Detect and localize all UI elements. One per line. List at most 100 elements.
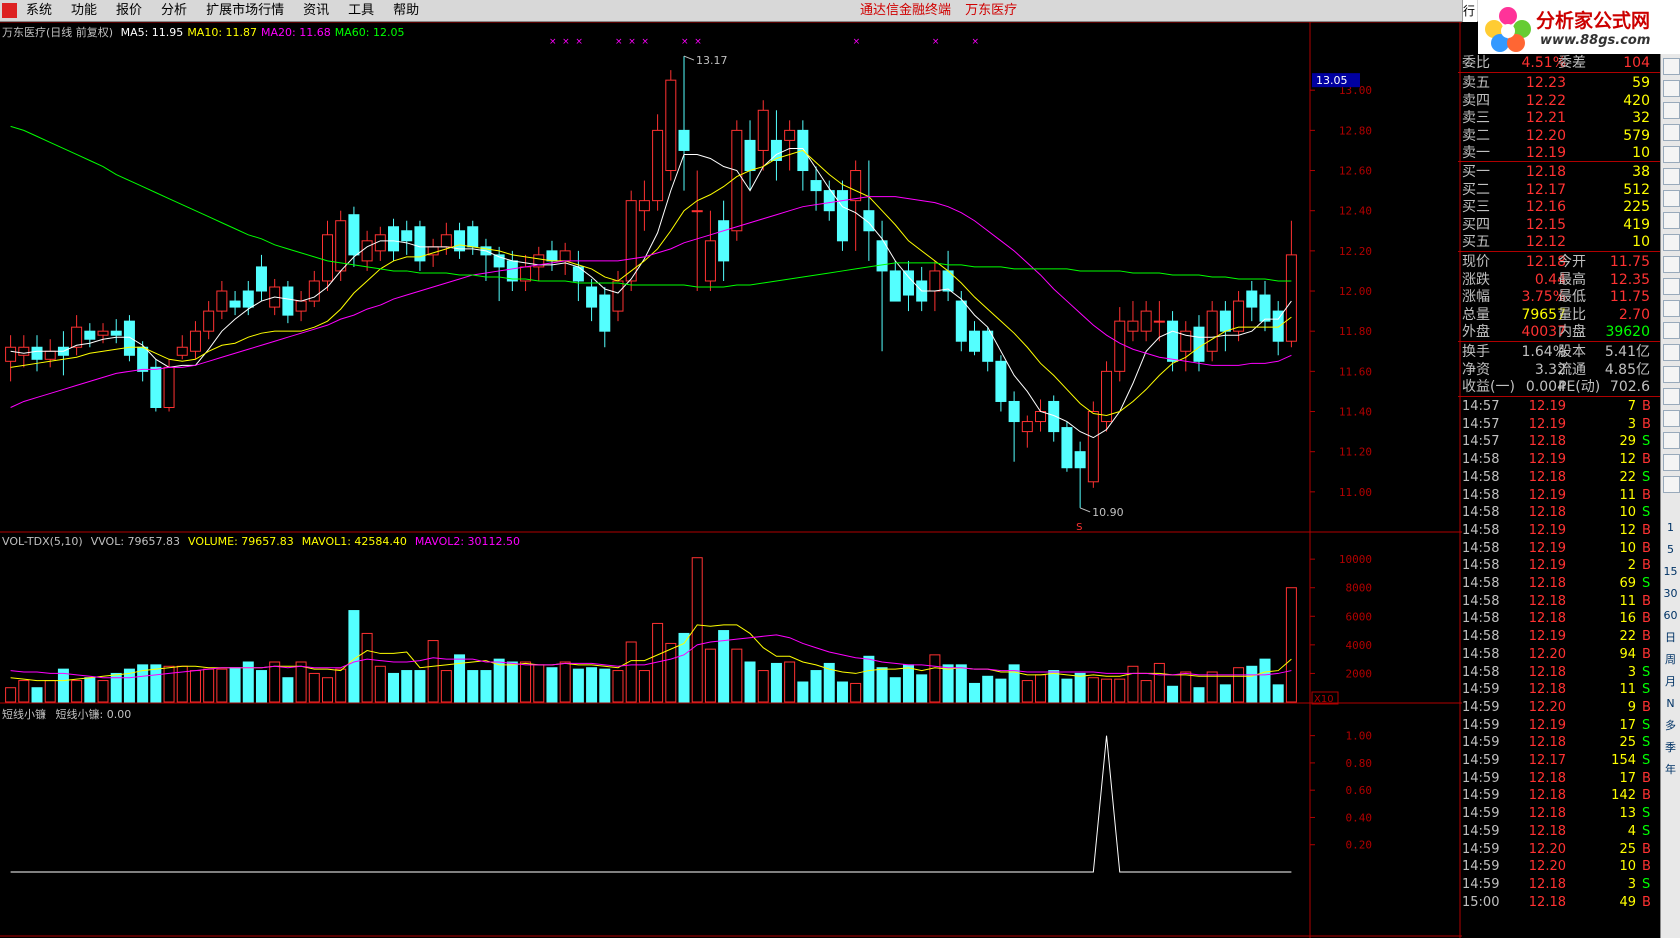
candle-body [229, 300, 241, 308]
candle-body [1219, 310, 1231, 332]
candle-icon[interactable] [1663, 190, 1680, 207]
tick-price: 12.19 [1528, 452, 1566, 468]
period-button[interactable]: 年 [1663, 762, 1678, 777]
tick-time: 14:59 [1462, 699, 1500, 715]
volume-bar [665, 642, 677, 703]
price-tick-label: 12.20 [1339, 245, 1372, 258]
indicator-tick-label: 0.40 [1346, 811, 1373, 824]
tick-side: B [1642, 487, 1651, 503]
period-button[interactable]: 5 [1663, 542, 1678, 557]
save-icon[interactable] [1663, 278, 1680, 295]
volume-bar [797, 681, 809, 703]
tick-price: 12.18 [1528, 434, 1566, 450]
hand-icon[interactable] [1663, 256, 1680, 273]
tick-volume: 29 [1619, 434, 1636, 450]
arrow-up-icon[interactable] [1663, 58, 1680, 75]
list-icon[interactable] [1663, 102, 1680, 119]
tick-time: 14:59 [1462, 682, 1500, 698]
bid-price: 12.12 [1525, 234, 1566, 251]
volume-bar [770, 662, 782, 703]
candle-body [150, 366, 162, 408]
app-logo-icon[interactable] [2, 3, 17, 18]
period-button[interactable]: 日 [1663, 630, 1678, 645]
volume-bar [282, 677, 294, 703]
period-button[interactable]: 60 [1663, 608, 1678, 623]
menu-item[interactable]: 系统 [26, 0, 52, 22]
ask-row: 卖五 12.23 59 [1458, 74, 1658, 92]
quote-tab[interactable]: 行 [1462, 0, 1477, 22]
table-icon[interactable] [1663, 146, 1680, 163]
volume-bar [916, 674, 928, 703]
tick-time: 14:58 [1462, 469, 1500, 485]
candle-body [1127, 320, 1139, 332]
menu-items: 系统 功能 报价 分析 扩展市场行情 资讯 工具 帮助 [26, 0, 438, 22]
tick-price: 12.20 [1528, 841, 1566, 857]
menu-item[interactable]: 扩展市场行情 [206, 0, 284, 22]
ma-line-ma5 [10, 147, 1292, 439]
tick-row: 14:59 12.18 25 S [1458, 734, 1658, 752]
news-icon[interactable] [1663, 212, 1680, 229]
period-button[interactable]: 月 [1663, 674, 1678, 689]
period-button[interactable]: 周 [1663, 652, 1678, 667]
tick-row: 14:57 12.19 7 B [1458, 398, 1658, 416]
menu-item[interactable]: 资讯 [303, 0, 329, 22]
volume-bar [1087, 677, 1099, 703]
tick-row: 14:57 12.19 3 B [1458, 416, 1658, 434]
pen-icon[interactable] [1663, 432, 1680, 449]
line-chart-icon[interactable] [1663, 168, 1680, 185]
menu-item[interactable]: 功能 [71, 0, 97, 22]
eye-icon[interactable] [1663, 344, 1680, 361]
tick-side: S [1642, 434, 1651, 450]
indicator-tick-label: 0.60 [1346, 784, 1373, 797]
tick-time: 14:59 [1462, 823, 1500, 839]
period-button[interactable]: N [1663, 696, 1678, 711]
menu-item[interactable]: 报价 [116, 0, 142, 22]
menu-item[interactable]: 工具 [348, 0, 374, 22]
volume-multiplier: X10 [1314, 694, 1334, 705]
window-icon[interactable] [1663, 322, 1680, 339]
separator [1458, 161, 1660, 162]
volume-bar [969, 682, 980, 703]
rsi-icon[interactable] [1663, 366, 1680, 383]
grid-icon[interactable] [1663, 124, 1680, 141]
menu-bar: 系统 功能 报价 分析 扩展市场行情 资讯 工具 帮助 通达信金融终端 万东医疗 行 [0, 0, 1680, 22]
stat-label: 现价 [1462, 254, 1490, 270]
period-button[interactable]: 30 [1663, 586, 1678, 601]
candle-body [757, 109, 769, 151]
quote-panel: 委比 4.51% 委差 104 卖五 12.23 59 卖四 12.22 420 卖三 12.21 32… [1458, 54, 1660, 938]
move-icon[interactable] [1663, 410, 1680, 427]
tick-row: 14:58 12.19 12 B [1458, 522, 1658, 540]
volume-bar [150, 664, 162, 703]
menu-item[interactable]: 帮助 [393, 0, 419, 22]
tick-time: 14:58 [1462, 487, 1500, 503]
ask-label: 卖五 [1462, 75, 1490, 91]
stat-label: 最高 [1558, 271, 1586, 288]
chart-area[interactable]: 11.00 11.20 11.40 11.60 11.80 12.00 12.20 12.40… [0, 22, 1462, 938]
main-chart-header: 万东医疗(日线 前复权) MA5: 11.95 MA10: 11.87 MA20: … [2, 24, 404, 40]
period-button[interactable]: 多 [1663, 718, 1678, 733]
period-button[interactable]: 1 [1663, 520, 1678, 535]
right-toolbar: 1 5 15 30 60 日周月 N 多季年 [1660, 54, 1680, 938]
candle-body [5, 346, 17, 362]
menu-item[interactable]: 分析 [161, 0, 187, 22]
candle-body [995, 360, 1007, 402]
tick-time: 14:58 [1462, 664, 1500, 680]
signal-mark: × [932, 37, 940, 47]
tick-price: 12.17 [1528, 753, 1566, 768]
tick-time: 14:59 [1462, 717, 1500, 733]
window-title: 通达信金融终端 万东医疗 [860, 0, 1027, 22]
f10-icon[interactable] [1663, 234, 1680, 251]
stat-value: 11.75 [1609, 254, 1650, 270]
kline-chart[interactable]: 11.00 11.20 11.40 11.60 11.80 12.00 12.20 12.40… [0, 22, 1462, 938]
tick-volume: 69 [1619, 576, 1636, 591]
period-button[interactable]: 季 [1663, 740, 1678, 755]
f5-icon[interactable] [1663, 454, 1680, 471]
arrow-down-icon[interactable] [1663, 80, 1680, 97]
exchange-icon[interactable] [1663, 476, 1680, 493]
volume-bar [229, 667, 241, 703]
f2-icon[interactable] [1663, 300, 1680, 317]
s-icon[interactable] [1663, 388, 1680, 405]
period-button[interactable]: 15 [1663, 564, 1678, 579]
candle-body [361, 240, 373, 262]
bid-label: 买三 [1462, 199, 1490, 216]
